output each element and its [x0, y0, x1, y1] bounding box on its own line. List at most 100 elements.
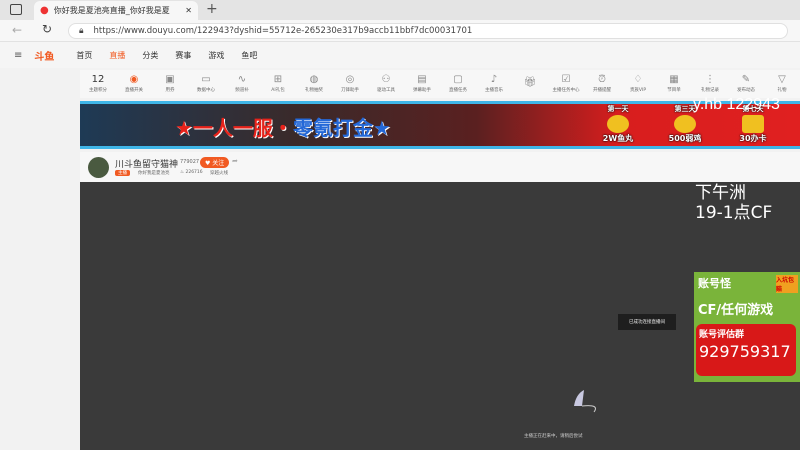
- streamer-name: 川斗鱼留守猫神: [115, 160, 179, 170]
- banner-slogan: ★一人一服・零氪打金★: [175, 116, 391, 140]
- toolbar-label: 主题积分: [89, 88, 107, 93]
- toolbar-label: 礼物记录: [701, 88, 719, 93]
- site-logo[interactable]: 斗鱼: [34, 48, 54, 63]
- lock-icon: 🔒︎: [79, 26, 84, 36]
- toolbar-item[interactable]: ♪ 主播音乐: [476, 74, 512, 94]
- toolbar-label: 开播提醒: [593, 88, 611, 93]
- toolbar-label: 主播任务中心: [552, 88, 580, 93]
- game-tag[interactable]: 穿越火线: [210, 170, 228, 176]
- toolbar-item[interactable]: ▢ 直播任务: [440, 74, 476, 94]
- prize-day-label: 第一天: [607, 105, 629, 113]
- card-icon: [742, 115, 764, 133]
- loading-fin-icon: [574, 390, 596, 413]
- toolbar-item[interactable]: ▽ 礼物: [764, 75, 800, 94]
- nav-fishbar[interactable]: 鱼吧: [241, 50, 257, 61]
- toolbar-label: 礼物: [777, 88, 787, 93]
- loading-text: 主播正在赶来中，请稍后尝试: [524, 434, 583, 439]
- menu-icon[interactable]: ≡: [14, 50, 22, 61]
- heat: ♨ 226716: [180, 170, 203, 175]
- toolbar-item[interactable]: ▭ 数据中心: [188, 74, 224, 94]
- toolbar-icon: ▦: [669, 74, 679, 85]
- tab-title: 你好我是夏池亮直播_你好我是夏: [53, 6, 170, 15]
- toolbar-item[interactable]: ▣ 用券: [152, 74, 188, 94]
- toolbar-item[interactable]: ⊞ AI礼包: [260, 74, 296, 94]
- toolbar-label: 直播开关: [125, 88, 143, 93]
- browser-tab-bar: ● 你好我是夏池亮直播_你好我是夏 ✕ +: [0, 0, 800, 20]
- url-field[interactable]: 🔒︎ https://www.douyu.com/122943?dyshid=5…: [68, 23, 788, 39]
- toolbar-icon: ⚇: [381, 74, 391, 85]
- close-tab-icon[interactable]: ✕: [185, 6, 192, 15]
- share-icon[interactable]: ➦: [232, 157, 238, 165]
- toolbar-icon: ◉: [129, 74, 139, 85]
- douyu-favicon-icon: ●: [40, 5, 49, 16]
- toolbar-icon: ⋮: [705, 74, 715, 85]
- coin-icon: [607, 115, 629, 133]
- toolbar-item[interactable]: ☑ 主播任务中心: [548, 74, 584, 94]
- toolbar-icon: ∿: [237, 74, 247, 85]
- ad-corner: 入坑包赔: [776, 275, 798, 293]
- prize-reward: 30办卡: [739, 134, 767, 143]
- url-text: https://www.douyu.com/122943?dyshid=5571…: [93, 26, 473, 36]
- toolbar-icon: ⏰︎: [598, 74, 606, 85]
- follow-button[interactable]: ♥ 关注: [200, 157, 230, 168]
- reload-icon[interactable]: ↻: [42, 22, 52, 36]
- new-tab-icon[interactable]: +: [206, 1, 218, 17]
- prize-reward: 500弱鸡: [668, 134, 702, 143]
- prize-reward: 2W鱼丸: [602, 134, 634, 143]
- level-number: 12: [91, 74, 105, 85]
- toolbar-item[interactable]: ◍ 礼物抽奖: [296, 74, 332, 94]
- toolbar-icon: ▭: [201, 74, 211, 85]
- ad-line: CF/任何游戏: [698, 303, 774, 318]
- browser-tab[interactable]: ● 你好我是夏池亮直播_你好我是夏 ✕: [34, 1, 198, 20]
- toolbar-icon: ⊞: [273, 74, 283, 85]
- toolbar-icon: ▢: [453, 74, 463, 85]
- toolbar-item[interactable]: ✎ 发布动态: [728, 74, 764, 94]
- nav-category[interactable]: 分类: [142, 50, 158, 61]
- toolbar-item[interactable]: ▦ 节目单: [656, 74, 692, 94]
- toolbar-item[interactable]: ⋮ 礼物记录: [692, 74, 728, 94]
- room-id: 779027: [180, 159, 200, 165]
- toolbar-icon: ☑: [561, 74, 571, 85]
- nav-live[interactable]: 直播: [109, 50, 125, 61]
- window-menu-icon[interactable]: [10, 4, 22, 15]
- toolbar-label: 贵族VIP: [629, 88, 647, 93]
- toolbar-item[interactable]: ♢ 贵族VIP: [620, 74, 656, 94]
- toolbar-label: 弹幕助手: [413, 88, 431, 93]
- toolbar-label: 用券: [165, 88, 175, 93]
- nav-events[interactable]: 赛事: [175, 50, 191, 61]
- toolbar-label: 驱动工具: [377, 88, 395, 93]
- anchor-toolbar: 12 主题积分 ◉ 直播开关 ▣ 用券 ▭ 数据中心 ∿ 频道补 ⊞ AI礼包 ◍ 礼物抽奖 ◎ 刀锋助手 ⚇ 驱…: [80, 70, 800, 98]
- toolbar-label: 节目单: [667, 88, 681, 93]
- video-player[interactable]: [80, 182, 800, 450]
- prize-day1: 第一天 2W鱼丸: [591, 105, 645, 144]
- streamer-info: 川斗鱼留守猫神 779027 ♥ 关注 ➦ 主播 你好我是夏池亮 ♨ 22671…: [80, 152, 800, 182]
- toolbar-icon: ♪: [490, 74, 498, 85]
- toolbar-label: 主播音乐: [485, 88, 503, 93]
- toolbar-item[interactable]: ◎ 刀锋助手: [332, 75, 368, 94]
- event-banner[interactable]: ★一人一服・零氪打金★ 第一天 2W鱼丸 第三天 500弱鸡 第七天 30办卡: [80, 101, 800, 149]
- toolbar-item[interactable]: ⏰︎ 开播提醒: [584, 74, 620, 94]
- stream-overlay-schedule: 下午洲 19-1点CF: [695, 183, 773, 223]
- avatar[interactable]: [88, 157, 109, 178]
- toolbar-item[interactable]: 🎁︎: [512, 78, 548, 90]
- toolbar-item[interactable]: 12 主题积分: [80, 74, 116, 94]
- toolbar-label: 发布动态: [737, 88, 755, 93]
- toolbar-label: 直播任务: [449, 88, 467, 93]
- nav-games[interactable]: 游戏: [208, 50, 224, 61]
- toolbar-item[interactable]: ▤ 弹幕助手: [404, 75, 440, 94]
- toolbar-label: 礼物抽奖: [305, 88, 323, 93]
- toolbar-icon: ✎: [741, 74, 751, 85]
- follow-label: 关注: [212, 160, 225, 167]
- toolbar-item[interactable]: ∿ 频道补: [224, 74, 260, 94]
- ad-group-number: 929759317: [699, 342, 791, 361]
- toolbar-icon: ♢: [633, 74, 643, 85]
- ad-group-box: 账号评估群 929759317: [696, 324, 796, 376]
- toolbar-icon: ▣: [165, 74, 175, 85]
- toolbar-icon: ◍: [309, 74, 319, 85]
- category-link[interactable]: 你好我是夏池亮: [138, 170, 170, 176]
- ad-title: 账号怪: [698, 277, 731, 290]
- toolbar-item[interactable]: ◉ 直播开关: [116, 74, 152, 94]
- toolbar-item[interactable]: ⚇ 驱动工具: [368, 74, 404, 94]
- back-icon[interactable]: ←: [12, 23, 22, 37]
- nav-home[interactable]: 首页: [76, 50, 92, 61]
